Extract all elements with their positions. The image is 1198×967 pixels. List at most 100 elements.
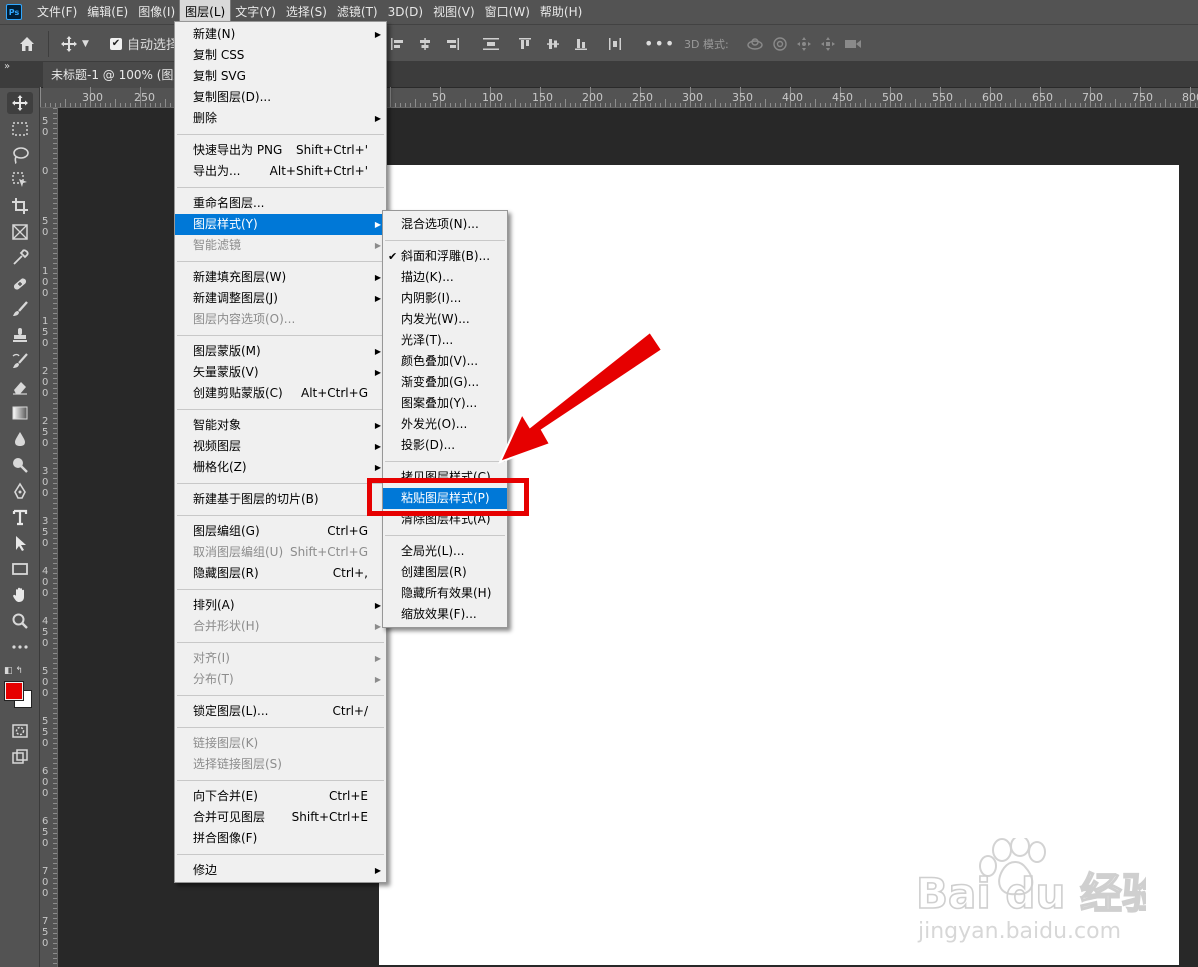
menu-item[interactable]: 拷贝图层样式(C) [383, 467, 507, 488]
menu-item[interactable]: 创建剪贴蒙版(C) Alt+Ctrl+G [175, 383, 386, 404]
align-right-icon[interactable] [446, 37, 460, 51]
zoom-tool-icon[interactable] [7, 610, 33, 632]
menu-item[interactable]: 合并可见图层 Shift+Ctrl+E [175, 807, 386, 828]
foreground-color-swatch[interactable] [4, 681, 24, 701]
checkbox-checked-icon[interactable]: ✔ [110, 37, 122, 50]
menu-item[interactable]: 锁定图层(L)... Ctrl+/ [175, 701, 386, 722]
3d-slide-icon[interactable] [820, 36, 836, 52]
more-options-icon[interactable]: ••• [644, 25, 675, 62]
menu-item[interactable]: 隐藏图层(R) Ctrl+, [175, 563, 386, 584]
menu-item[interactable]: 拼合图像(F) [175, 828, 386, 849]
align-bottom-icon[interactable] [574, 37, 588, 51]
auto-select-checkbox[interactable]: ✔ 自动选择 [110, 25, 179, 62]
menu-item[interactable]: 修边 ▶ [175, 860, 386, 881]
type-tool-icon[interactable] [7, 506, 33, 528]
dodge-tool-icon[interactable] [7, 454, 33, 476]
move-tool-icon[interactable] [7, 92, 33, 114]
menu-item[interactable]: 颜色叠加(V)... [383, 351, 507, 372]
menu-3d[interactable]: 3D(D) [383, 0, 428, 24]
menu-item[interactable]: 选择链接图层(S) [175, 754, 386, 775]
lasso-tool-icon[interactable] [7, 144, 33, 166]
menu-view[interactable]: 视图(V) [428, 0, 480, 24]
menu-item[interactable]: 图案叠加(Y)... [383, 393, 507, 414]
menu-item[interactable]: 链接图层(K) [175, 733, 386, 754]
menu-item[interactable]: 复制 SVG [175, 66, 386, 87]
menu-item[interactable]: 内发光(W)... [383, 309, 507, 330]
eraser-tool-icon[interactable] [7, 376, 33, 398]
menu-item[interactable]: 重命名图层... [175, 193, 386, 214]
photoshop-logo[interactable]: Ps [6, 4, 22, 20]
menu-item[interactable]: 新建调整图层(J) ▶ [175, 288, 386, 309]
frame-tool-icon[interactable] [7, 221, 33, 243]
menu-item[interactable]: 图层样式(Y) ▶ [175, 214, 386, 235]
menu-item[interactable]: 图层内容选项(O)... [175, 309, 386, 330]
menu-item[interactable]: 粘贴图层样式(P) [383, 488, 507, 509]
menu-item[interactable]: 混合选项(N)... [383, 214, 507, 235]
menu-item[interactable]: 智能滤镜 ▶ [175, 235, 386, 256]
menu-item[interactable]: 缩放效果(F)... [383, 604, 507, 625]
menu-item[interactable]: 清除图层样式(A) [383, 509, 507, 530]
menu-item[interactable]: 快速导出为 PNG Shift+Ctrl+' [175, 140, 386, 161]
hand-tool-icon[interactable] [7, 584, 33, 606]
menu-file[interactable]: 文件(F) [32, 0, 82, 24]
menu-item[interactable]: 对齐(I) ▶ [175, 648, 386, 669]
marquee-tool-icon[interactable] [7, 118, 33, 140]
menu-item[interactable]: 外发光(O)... [383, 414, 507, 435]
align-top-icon[interactable] [518, 37, 532, 51]
swap-colors-icon[interactable]: ◧ ↰ [4, 666, 34, 676]
menu-item[interactable]: 删除 ▶ [175, 108, 386, 129]
menu-item[interactable]: 图层编组(G) Ctrl+G [175, 521, 386, 542]
distribute-icon[interactable] [482, 37, 500, 51]
menu-item[interactable]: 向下合并(E) Ctrl+E [175, 786, 386, 807]
menu-item[interactable]: 智能对象 ▶ [175, 415, 386, 436]
home-icon[interactable] [18, 25, 36, 62]
screen-mode-icon[interactable] [7, 746, 33, 768]
menu-item[interactable]: 渐变叠加(G)... [383, 372, 507, 393]
menu-item[interactable]: 合并形状(H) ▶ [175, 616, 386, 637]
menu-item[interactable]: 描边(K)... [383, 267, 507, 288]
menu-item[interactable]: 光泽(T)... [383, 330, 507, 351]
brush-tool-icon[interactable] [7, 298, 33, 320]
distribute-vertical-icon[interactable] [608, 37, 622, 51]
blur-tool-icon[interactable] [7, 428, 33, 450]
menu-item[interactable]: 新建基于图层的切片(B) [175, 489, 386, 510]
menu-item[interactable]: 视频图层 ▶ [175, 436, 386, 457]
3d-pan-icon[interactable] [796, 36, 812, 52]
panel-collapse-icon[interactable]: » [0, 62, 40, 88]
menu-item[interactable]: 新建(N) ▶ [175, 24, 386, 45]
3d-orbit-icon[interactable] [746, 36, 764, 52]
align-left-icon[interactable] [390, 37, 404, 51]
menu-item[interactable]: 栅格化(Z) ▶ [175, 457, 386, 478]
menu-item[interactable]: 复制 CSS [175, 45, 386, 66]
quick-mask-icon[interactable] [7, 720, 33, 742]
menu-help[interactable]: 帮助(H) [535, 0, 587, 24]
object-select-tool-icon[interactable] [7, 169, 33, 191]
eyedropper-tool-icon[interactable] [7, 247, 33, 269]
menu-item[interactable]: 复制图层(D)... [175, 87, 386, 108]
rectangle-tool-icon[interactable] [7, 558, 33, 580]
menu-item[interactable]: 创建图层(R) [383, 562, 507, 583]
menu-window[interactable]: 窗口(W) [480, 0, 535, 24]
3d-roll-icon[interactable] [772, 36, 788, 52]
menu-item[interactable]: 导出为... Alt+Shift+Ctrl+' [175, 161, 386, 182]
menu-item[interactable]: 取消图层编组(U) Shift+Ctrl+G [175, 542, 386, 563]
healing-brush-tool-icon[interactable] [7, 273, 33, 295]
align-middle-icon[interactable] [546, 37, 560, 51]
menu-item[interactable]: 分布(T) ▶ [175, 669, 386, 690]
crop-tool-icon[interactable] [7, 195, 33, 217]
menu-item[interactable]: 内阴影(I)... [383, 288, 507, 309]
chevron-down-icon[interactable]: ▼ [82, 39, 89, 49]
path-selection-tool-icon[interactable] [7, 532, 33, 554]
pen-tool-icon[interactable] [7, 480, 33, 502]
menu-item[interactable]: 排列(A) ▶ [175, 595, 386, 616]
clone-stamp-tool-icon[interactable] [7, 324, 33, 346]
move-tool-preset-icon[interactable]: ▼ [60, 25, 89, 62]
document-tab[interactable]: 未标题-1 @ 100% (图层 [43, 62, 196, 88]
history-brush-tool-icon[interactable] [7, 350, 33, 372]
menu-item[interactable]: 投影(D)... [383, 435, 507, 456]
menu-edit[interactable]: 编辑(E) [82, 0, 133, 24]
menu-item[interactable]: 新建填充图层(W) ▶ [175, 267, 386, 288]
menu-item[interactable]: 矢量蒙版(V) ▶ [175, 362, 386, 383]
menu-item[interactable]: 斜面和浮雕(B)... ✔ [383, 246, 507, 267]
menu-item[interactable]: 隐藏所有效果(H) [383, 583, 507, 604]
